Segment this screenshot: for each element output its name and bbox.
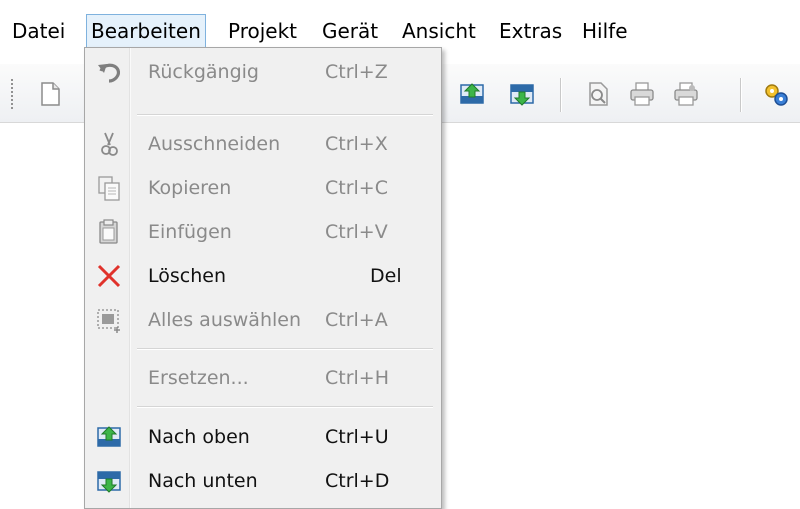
- new-file-icon[interactable]: [36, 80, 64, 108]
- menu-item-replace[interactable]: Ersetzen... Ctrl+H: [85, 356, 441, 400]
- print-icon[interactable]: [628, 80, 656, 108]
- menu-item-shortcut: Ctrl+D: [325, 470, 390, 492]
- menu-item-paste[interactable]: Einfügen Ctrl+V: [85, 210, 441, 254]
- menu-item-cut[interactable]: Ausschneiden Ctrl+X: [85, 122, 441, 166]
- menu-item-copy[interactable]: Kopieren Ctrl+C: [85, 166, 441, 210]
- menu-item-label: Kopieren: [148, 177, 232, 199]
- select-all-icon: [97, 309, 120, 333]
- menu-projekt[interactable]: Projekt: [224, 14, 301, 48]
- menu-item-move-up[interactable]: Nach oben Ctrl+U: [85, 415, 441, 459]
- menu-item-label: Einfügen: [148, 221, 232, 243]
- menu-ansicht[interactable]: Ansicht: [398, 14, 480, 48]
- menu-bearbeiten[interactable]: Bearbeiten: [86, 14, 206, 48]
- menu-item-select-all[interactable]: Alles auswählen Ctrl+A: [85, 298, 441, 342]
- menu-item-label: Ausschneiden: [148, 133, 281, 155]
- menu-datei[interactable]: Datei: [8, 14, 69, 48]
- edit-dropdown-menu: Rückgängig Ctrl+Z Ausschneiden Ctrl+X Ko…: [84, 47, 442, 509]
- menu-item-shortcut: Ctrl+H: [325, 367, 390, 389]
- menu-item-label: Rückgängig: [148, 61, 259, 83]
- copy-icon: [98, 176, 120, 201]
- menu-separator: [137, 114, 433, 116]
- menu-item-shortcut: Ctrl+U: [325, 426, 389, 448]
- undo-icon: [98, 63, 121, 83]
- print-setup-icon[interactable]: [672, 80, 700, 108]
- menu-item-delete[interactable]: Löschen Del: [85, 254, 441, 298]
- print-preview-icon[interactable]: [584, 80, 612, 108]
- menu-separator: [137, 406, 433, 408]
- toolbar-separator: [560, 78, 562, 112]
- menu-item-label: Nach oben: [148, 426, 250, 448]
- menu-item-shortcut: Ctrl+X: [325, 133, 388, 155]
- menu-item-shortcut: Ctrl+A: [325, 309, 388, 331]
- menu-geraet[interactable]: Gerät: [318, 14, 382, 48]
- delete-x-icon: [97, 264, 121, 288]
- menu-item-undo[interactable]: Rückgängig Ctrl+Z: [85, 50, 441, 94]
- menu-item-shortcut: Del: [370, 265, 402, 287]
- menu-item-label: Nach unten: [148, 470, 258, 492]
- menu-extras[interactable]: Extras: [495, 14, 566, 48]
- menu-separator: [137, 348, 433, 350]
- menu-item-move-down[interactable]: Nach unten Ctrl+D: [85, 459, 441, 503]
- move-down-icon[interactable]: [508, 80, 536, 108]
- toolbar-separator: [740, 78, 742, 112]
- menu-item-label: Löschen: [148, 265, 226, 287]
- move-up-icon[interactable]: [458, 80, 486, 108]
- toolbar-grip[interactable]: [10, 78, 14, 110]
- move-up-icon: [97, 426, 121, 447]
- menu-item-shortcut: Ctrl+Z: [325, 61, 388, 83]
- scissors-icon: [101, 132, 118, 156]
- paste-icon: [99, 219, 118, 244]
- menu-hilfe[interactable]: Hilfe: [578, 14, 632, 48]
- menu-item-label: Ersetzen...: [148, 367, 249, 389]
- menu-item-shortcut: Ctrl+C: [325, 177, 388, 199]
- menu-item-label: Alles auswählen: [148, 309, 302, 331]
- settings-gears-icon[interactable]: [762, 80, 790, 108]
- move-down-icon: [97, 471, 121, 493]
- menu-item-shortcut: Ctrl+V: [325, 221, 388, 243]
